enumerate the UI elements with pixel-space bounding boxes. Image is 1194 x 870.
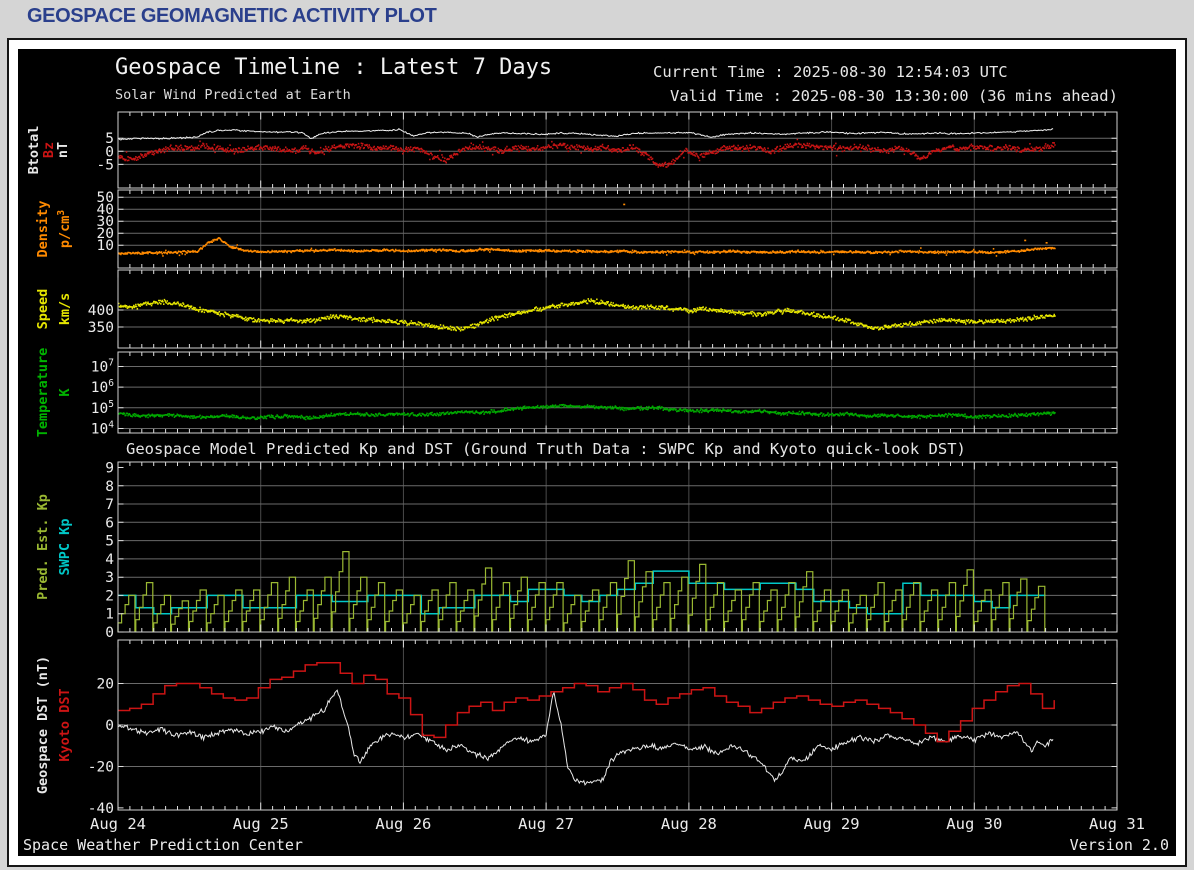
panel-axis-label: p/cm3 [56,210,73,249]
x-tick-label: Aug 25 [233,815,289,833]
y-tick-label: 4 [105,552,114,568]
plot-panel: Geospace Timeline : Latest 7 Days Curren… [7,38,1187,867]
panel-frame [117,269,1118,349]
y-tick-label: 0 [105,718,114,734]
y-tick-label: 107 [91,358,114,376]
x-tick-label: Aug 24 [90,815,146,833]
x-tick-label: Aug 28 [661,815,717,833]
page-title: GEOSPACE GEOMAGNETIC ACTIVITY PLOT [27,5,437,27]
panel-axis-label: Geospace DST (nT) [35,656,51,794]
panel-solar-wind-imf: 50-5Btotal BznT [26,111,1118,189]
series-kyoto-dst [118,662,1055,743]
page-header: GEOSPACE GEOMAGNETIC ACTIVITY PLOT [0,0,1194,36]
tick-comb-bottom [117,180,1118,188]
y-tick-label: 8 [105,479,114,495]
y-tick-label: 5 [105,534,114,550]
panel-axis-label: Kyoto DST [57,688,73,761]
x-tick-label: Aug 29 [804,815,860,833]
panel-axis-label: K [57,388,73,397]
tick-comb-bottom [117,340,1118,348]
series-speed [118,298,1056,332]
panel-axis-label: SWPC Kp [57,519,73,576]
x-tick-label: Aug 27 [518,815,574,833]
footer-version: Version 2.0 [1069,836,1169,854]
y-tick-label: 1 [105,607,114,623]
y-tick-label: 350 [88,320,114,336]
series-pred-est-kp [117,551,1046,632]
panel-kp: 9 8 7 6 5 4 3 2 1 0 Pred. Est. Kp SWPC Kp [35,461,1118,641]
y-tick-label: 6 [105,515,114,531]
panel-solar-wind-temperature: 107 106 105 104 Temperature K [35,348,1118,438]
y-tick-label: 9 [105,461,114,477]
page: GEOSPACE GEOMAGNETIC ACTIVITY PLOT Geosp… [0,0,1194,870]
x-tick-label: Aug 26 [375,815,431,833]
y-tick-label: 104 [91,420,114,438]
panel-frame [117,189,1118,269]
panel-axis-label: Density [35,201,51,258]
y-axis-ticks [118,683,1117,809]
panel-dst: 200-20-40Geospace DST (nT) Kyoto DST [35,639,1118,817]
panel-solar-wind-density: 5040302010Density p/cm3 [35,189,1118,269]
tick-comb-top [117,352,1118,360]
panel-axis-label: Temperature [35,348,51,437]
panel-axis-label: km/s [57,293,73,326]
y-tick-label: 20 [97,677,114,693]
y-axis-ticks [118,309,1117,328]
tick-comb-top [117,462,1118,470]
y-tick-label: -5 [97,157,114,173]
y-tick-label: 3 [105,570,114,586]
x-tick-label: Aug 31 [1089,815,1145,833]
y-tick-label: 10 [97,238,114,254]
tick-comb-top [117,270,1118,278]
series-density [118,203,1056,257]
y-axis-ticks [118,366,1117,429]
footer-credit: Space Weather Prediction Center [23,836,303,854]
panel-axis-label: Speed [35,289,51,330]
panel-axis-label: Pred. Est. Kp [35,494,51,600]
plot-canvas: Geospace Timeline : Latest 7 Days Curren… [18,49,1176,856]
panel-axis-label: Btotal [26,126,42,175]
y-tick-label: 105 [91,399,114,417]
y-tick-label: 2 [105,588,114,604]
tick-comb-top [117,640,1118,648]
plot-footer: Space Weather Prediction Center Version … [23,836,1169,854]
panel-axis-label: nT [55,142,71,158]
panel-frame [117,351,1118,434]
tick-comb-top [117,190,1118,198]
series-bz [118,138,1056,168]
series-geospace-dst [117,689,1054,786]
x-tick-label: Aug 30 [946,815,1002,833]
panel-solar-wind-speed: 400350 Speed km/s [35,269,1118,349]
y-tick-label: 0 [105,625,114,641]
chart-svg: 50-5Btotal BznT5040302010Density p/cm34003… [26,111,1145,833]
y-tick-label: 400 [88,303,114,319]
series-temperature [118,403,1056,421]
tick-comb-bottom [117,260,1118,268]
tick-comb-top [117,112,1118,120]
y-tick-label: 106 [91,378,114,396]
tick-comb-bottom [117,802,1118,810]
y-tick-label: -20 [88,760,114,776]
y-tick-label: 7 [105,497,114,513]
